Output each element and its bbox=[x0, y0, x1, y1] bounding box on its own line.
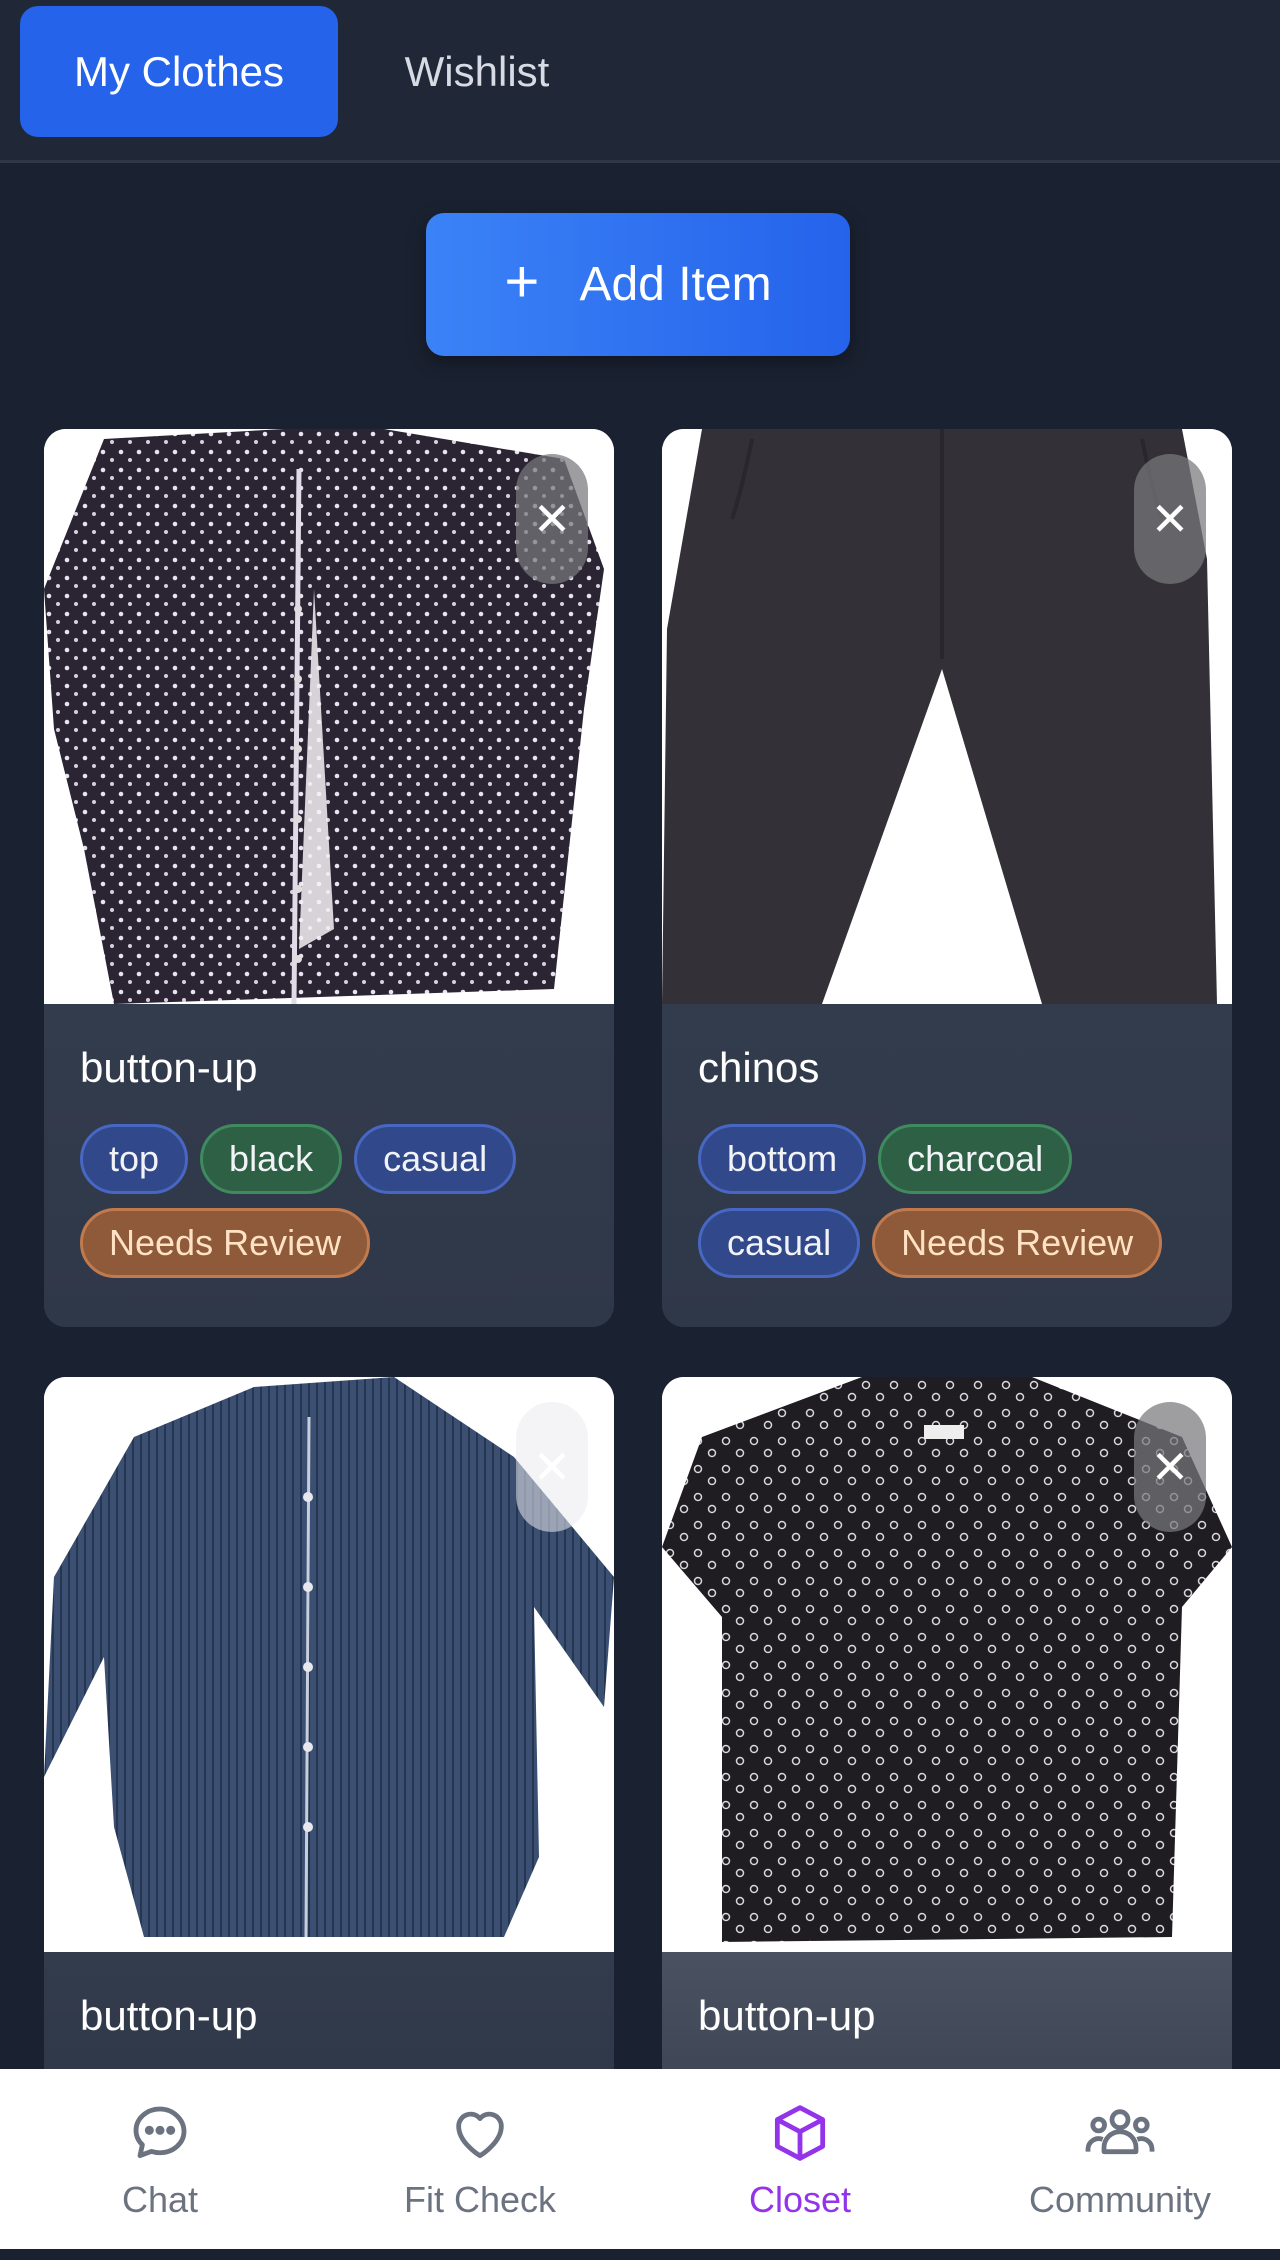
clothing-card[interactable]: ✕ button-up top black casual Needs Revie… bbox=[44, 429, 614, 1327]
close-icon: ✕ bbox=[532, 493, 572, 545]
item-name: button-up bbox=[698, 1992, 876, 2039]
needs-review-badge: Needs Review bbox=[872, 1208, 1163, 1278]
clothing-info: button-up top black casual Needs Review bbox=[44, 1004, 614, 1327]
item-name: chinos bbox=[698, 1044, 820, 1091]
remove-item-button[interactable]: ✕ bbox=[516, 1402, 588, 1532]
home-indicator-area bbox=[0, 2249, 1280, 2260]
clothing-card[interactable]: ✕ chinos bottom charcoal casual Needs Re… bbox=[662, 429, 1232, 1327]
color-tag: charcoal bbox=[878, 1124, 1073, 1194]
nav-fit-check[interactable]: Fit Check bbox=[320, 2069, 640, 2249]
close-icon: ✕ bbox=[532, 1441, 572, 1493]
bottom-navigation: Chat Fit Check Closet Community bbox=[0, 2069, 1280, 2249]
tag-list: top black casual Needs Review bbox=[80, 1124, 590, 1278]
remove-item-button[interactable]: ✕ bbox=[1134, 1402, 1206, 1532]
item-name: button-up bbox=[80, 1044, 258, 1091]
nav-community-label: Community bbox=[1028, 2179, 1212, 2220]
remove-item-button[interactable]: ✕ bbox=[516, 454, 588, 584]
nav-chat[interactable]: Chat bbox=[0, 2069, 320, 2249]
category-tag: bottom bbox=[698, 1124, 867, 1194]
clothing-info: chinos bottom charcoal casual Needs Revi… bbox=[662, 1004, 1232, 1327]
style-tag: casual bbox=[698, 1208, 861, 1278]
nav-chat-label: Chat bbox=[121, 2179, 199, 2220]
add-item-label: Add Item bbox=[579, 258, 772, 311]
clothing-card[interactable]: ✕ button-up bbox=[662, 1377, 1232, 2097]
style-tag: casual bbox=[354, 1124, 517, 1194]
needs-review-badge: Needs Review bbox=[80, 1208, 371, 1278]
chat-bubble-icon bbox=[133, 2106, 187, 2159]
tab-wishlist[interactable]: Wishlist bbox=[360, 6, 594, 137]
item-name: button-up bbox=[80, 1992, 258, 2039]
tag-list: bottom charcoal casual Needs Review bbox=[698, 1124, 1208, 1278]
clothing-card[interactable]: ✕ button-up bbox=[44, 1377, 614, 2097]
nav-closet[interactable]: Closet bbox=[640, 2069, 960, 2249]
close-icon: ✕ bbox=[1150, 1441, 1190, 1493]
remove-item-button[interactable]: ✕ bbox=[1134, 454, 1206, 584]
heart-icon bbox=[456, 2111, 504, 2159]
nav-fit-check-label: Fit Check bbox=[403, 2179, 557, 2220]
color-tag: black bbox=[200, 1124, 343, 1194]
nav-closet-label: Closet bbox=[748, 2179, 852, 2220]
category-tag: top bbox=[80, 1124, 189, 1194]
add-item-button[interactable]: + Add Item bbox=[426, 213, 850, 356]
tab-my-clothes[interactable]: My Clothes bbox=[20, 6, 338, 137]
cube-icon bbox=[774, 2105, 826, 2161]
nav-community[interactable]: Community bbox=[960, 2069, 1280, 2249]
people-group-icon bbox=[1085, 2109, 1155, 2155]
plus-icon: + bbox=[504, 247, 540, 315]
close-icon: ✕ bbox=[1150, 493, 1190, 545]
closet-tab-bar: My Clothes Wishlist bbox=[0, 0, 1280, 163]
